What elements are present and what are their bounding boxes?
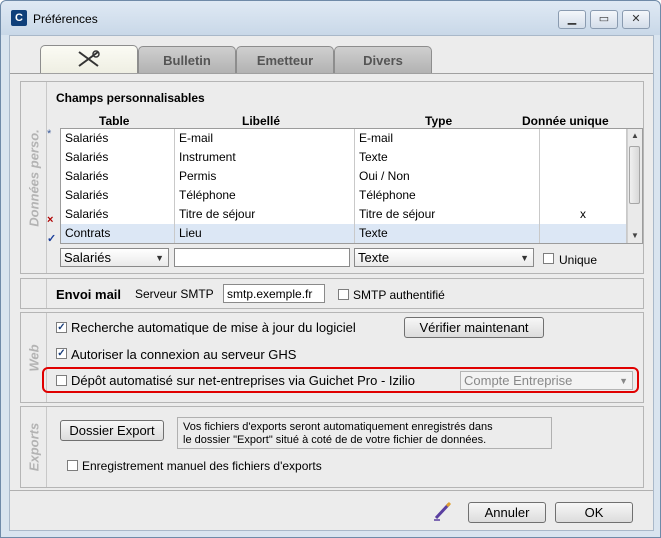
tab-divider (10, 73, 653, 74)
col-header-libelle: Libellé (242, 114, 281, 128)
mail-title: Envoi mail (56, 287, 122, 302)
smtp-auth-checkbox[interactable] (338, 289, 349, 300)
col-header-unique: Donnée unique (522, 114, 609, 128)
export-info-line2: le dossier "Export" situé à coté de de v… (183, 434, 487, 446)
account-select[interactable]: Compte Entreprise ▼ (460, 371, 633, 390)
window-title: Préférences (33, 12, 98, 26)
cell-libelle: Titre de séjour (175, 205, 355, 224)
type-select-value: Texte (358, 250, 390, 265)
fields-table: Salariés E-mail E-mail Salariés Instrume… (60, 128, 643, 244)
close-button[interactable]: ✕ (622, 10, 650, 29)
cell-libelle: E-mail (175, 129, 355, 148)
tab-divers[interactable]: Divers (334, 46, 432, 73)
table-row[interactable]: Salariés E-mail E-mail (61, 129, 627, 148)
pencil-icon[interactable] (432, 500, 454, 525)
libelle-input[interactable] (174, 248, 350, 267)
smtp-auth-label: SMTP authentifié (353, 288, 445, 302)
scroll-up-icon[interactable]: ▲ (628, 129, 642, 143)
manual-export-label: Enregistrement manuel des fichiers d'exp… (82, 459, 322, 473)
cell-unique (540, 167, 627, 186)
auto-update-label: Recherche automatique de mise à jour du … (71, 320, 356, 335)
scroll-down-icon[interactable]: ▼ (628, 229, 642, 243)
cell-type: Téléphone (355, 186, 540, 205)
type-select[interactable]: Texte ▼ (354, 248, 534, 267)
mail-side-label (21, 279, 47, 308)
cell-type: Titre de séjour (355, 205, 540, 224)
cell-unique: x (540, 205, 627, 224)
row-marker-new: * (47, 128, 52, 140)
unique-checkbox[interactable] (543, 253, 554, 264)
depot-label: Dépôt automatisé sur net-entreprises via… (71, 373, 415, 388)
unique-label: Unique (559, 253, 598, 267)
dossier-export-button[interactable]: Dossier Export (60, 420, 164, 441)
cell-table: Salariés (61, 167, 175, 186)
cell-unique (540, 129, 627, 148)
exports-side-label: Exports (21, 407, 47, 487)
smtp-label: Serveur SMTP (135, 287, 214, 301)
scroll-thumb[interactable] (629, 146, 640, 204)
table-row[interactable]: Salariés Instrument Texte (61, 148, 627, 167)
title-bar: C Préférences ▁ ▭ ✕ (1, 1, 660, 35)
col-header-type: Type (425, 114, 453, 128)
ghs-checkbox[interactable]: ✓ (56, 348, 67, 359)
table-row[interactable]: Salariés Permis Oui / Non (61, 167, 627, 186)
chevron-down-icon: ▼ (619, 376, 628, 386)
row-marker-delete[interactable]: × (47, 214, 53, 226)
export-info-box: Vos fichiers d'exports seront automatiqu… (177, 417, 552, 449)
row-marker-valid[interactable]: ✓ (47, 232, 56, 245)
cell-table: Salariés (61, 205, 175, 224)
cancel-button[interactable]: Annuler (468, 502, 546, 523)
cell-libelle: Téléphone (175, 186, 355, 205)
chevron-down-icon: ▼ (520, 253, 529, 263)
cell-type: E-mail (355, 129, 540, 148)
perso-side-label: Données perso. (21, 82, 47, 273)
account-select-value: Compte Entreprise (464, 373, 573, 388)
cell-table: Salariés (61, 186, 175, 205)
cell-type: Texte (355, 148, 540, 167)
cell-table: Contrats (61, 224, 175, 243)
maximize-button[interactable]: ▭ (590, 10, 618, 29)
table-row[interactable]: Contrats Lieu Texte (61, 224, 627, 243)
section-title: Champs personnalisables (56, 91, 205, 105)
cell-unique (540, 224, 627, 243)
table-scrollbar[interactable]: ▲ ▼ (627, 129, 642, 243)
auto-update-checkbox[interactable]: ✓ (56, 322, 67, 333)
manual-export-checkbox[interactable] (67, 460, 78, 471)
tab-emetteur[interactable]: Emetteur (236, 46, 334, 73)
tab-bulletin[interactable]: Bulletin (138, 46, 236, 73)
col-header-table: Table (99, 114, 130, 128)
cell-libelle: Permis (175, 167, 355, 186)
app-icon: C (11, 10, 27, 26)
smtp-input[interactable]: smtp.exemple.fr (223, 284, 325, 303)
verify-now-button[interactable]: Vérifier maintenant (404, 317, 544, 338)
client-area: Bulletin Emetteur Divers Données perso. … (9, 35, 654, 531)
chevron-down-icon: ▼ (155, 253, 164, 263)
ok-button[interactable]: OK (555, 502, 633, 523)
export-info-line1: Vos fichiers d'exports seront automatiqu… (183, 421, 493, 433)
cell-libelle: Instrument (175, 148, 355, 167)
cell-libelle: Lieu (175, 224, 355, 243)
table-row[interactable]: Salariés Téléphone Téléphone (61, 186, 627, 205)
minimize-button[interactable]: ▁ (558, 10, 586, 29)
depot-checkbox[interactable] (56, 375, 67, 386)
table-select[interactable]: Salariés ▼ (60, 248, 169, 267)
cell-table: Salariés (61, 129, 175, 148)
footer-divider (10, 490, 653, 491)
cell-type: Texte (355, 224, 540, 243)
cell-type: Oui / Non (355, 167, 540, 186)
tab-tools[interactable] (40, 45, 138, 74)
table-select-value: Salariés (64, 250, 111, 265)
cell-table: Salariés (61, 148, 175, 167)
ghs-label: Autoriser la connexion au serveur GHS (71, 347, 297, 362)
cell-unique (540, 148, 627, 167)
preferences-window: C Préférences ▁ ▭ ✕ Bulletin Emetteur Di… (0, 0, 661, 538)
cell-unique (540, 186, 627, 205)
table-row[interactable]: Salariés Titre de séjour Titre de séjour… (61, 205, 627, 224)
